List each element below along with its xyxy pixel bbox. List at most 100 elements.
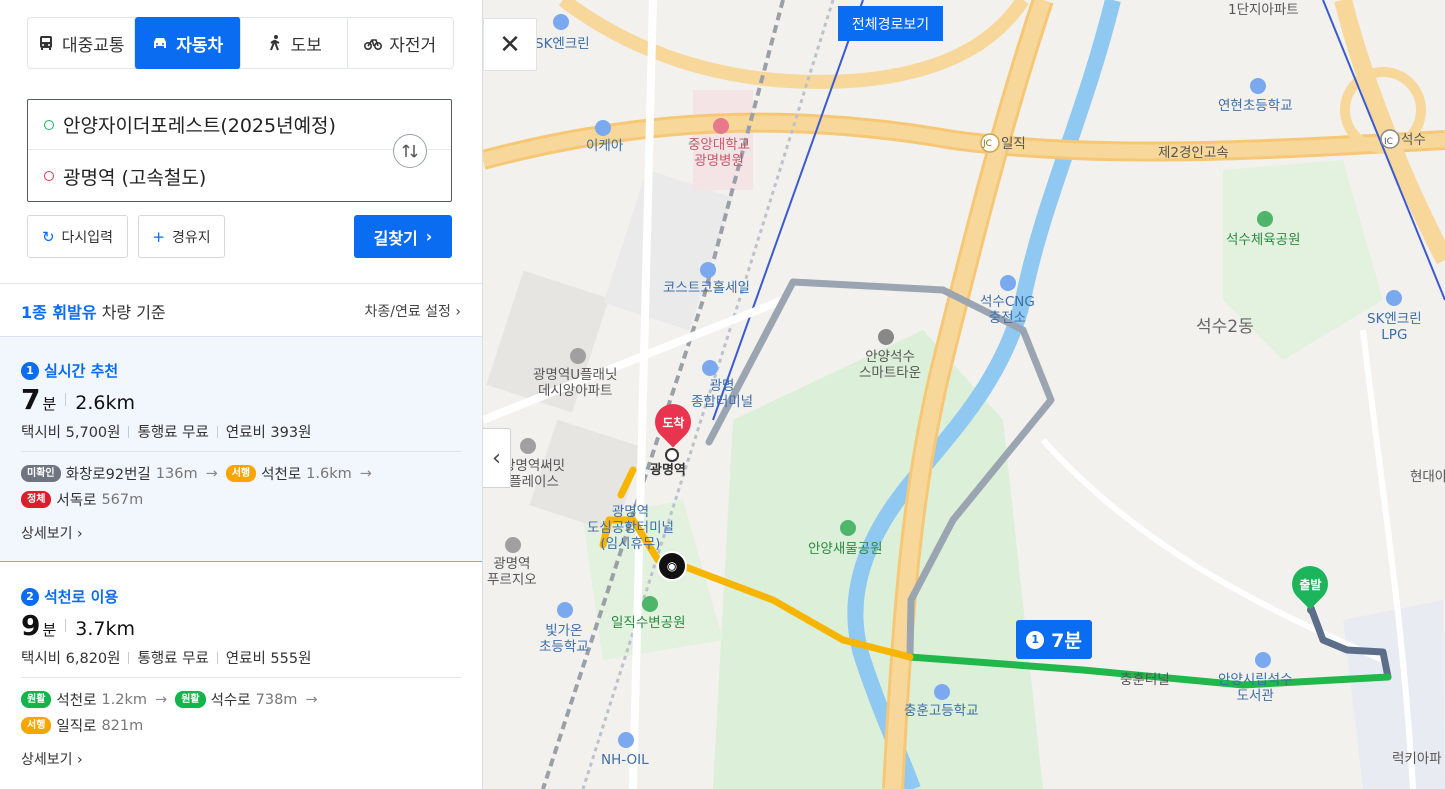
directions-panel: 대중교통 자동차 도보 자전거 안양자이더포레스트(2025년예정) 광명역 (…: [0, 0, 483, 789]
traffic-tag: 원활: [175, 691, 206, 708]
map-label-airport: 광명역 도심공항터미널 (임시휴무): [587, 504, 674, 552]
tab-bike[interactable]: 자전거: [348, 18, 454, 68]
road-name: 석천로: [261, 467, 302, 483]
chevron-right-icon: ›: [76, 752, 83, 768]
walk-icon: [269, 35, 280, 51]
taxi-fare: 택시비 5,700원: [21, 425, 121, 441]
taxi-fare: 택시비 6,820원: [21, 651, 121, 667]
map-label-expressway: 제2경인고속: [1158, 145, 1229, 161]
map-label-uplanet: 광명역U플래닛 데시앙아파트: [533, 367, 618, 399]
map-label-hospital: 중앙대학교 광명병원: [688, 137, 751, 169]
road-name: 화창로92번길: [65, 467, 151, 483]
route-costs: 택시비 5,700원 통행료 무료 연료비 393원: [21, 421, 311, 442]
route-title-text: 석천로 이용: [44, 588, 119, 606]
road-length: 821m: [101, 717, 144, 734]
road-segments-line-1: 원활 석천로 1.2km → 원활 석수로 738m →: [21, 689, 321, 710]
route-option-1[interactable]: 1 실시간 추천 7 분 2.6km 택시비 5,700원 통행료 무료 연료비…: [0, 336, 482, 562]
cctv-icon[interactable]: ◉: [657, 551, 687, 581]
details-link-label: 상세보기: [21, 526, 73, 542]
map-label-sk-lpg: SK엔크린 LPG: [1367, 311, 1422, 343]
tab-car-label: 자동차: [176, 35, 224, 56]
map-label-sk: SK엔크린: [535, 36, 590, 52]
map-label-bitgaon: 빛가온 초등학교: [539, 623, 589, 655]
arrow-right-icon: →: [359, 465, 372, 482]
vehicle-basis: 1종 휘발유 차량 기준: [21, 299, 166, 323]
add-waypoint-button[interactable]: + 경유지: [138, 215, 225, 258]
map-label-ikea: 이케아: [586, 138, 624, 154]
route-option-title: 1 실시간 추천: [21, 360, 118, 381]
bus-icon: [39, 36, 52, 50]
add-waypoint-label: 경유지: [171, 229, 211, 246]
tab-bike-label: 자전거: [389, 35, 437, 56]
vehicle-settings-link[interactable]: 차종/연료 설정 ›: [364, 301, 461, 321]
route-minutes-unit: 분: [42, 621, 57, 639]
chevron-right-icon: ›: [76, 526, 83, 542]
route-option-2[interactable]: 2 석천로 이용 9 분 3.7km 택시비 6,820원 통행료 무료 연료비…: [0, 563, 482, 789]
map-label-tunnel: 충훈터널: [1120, 672, 1170, 688]
arrow-right-icon: →: [205, 465, 218, 482]
map-label-summit: 광명역써밋 플레이스: [503, 458, 566, 490]
map-label-costco: 코스트코홀세일: [663, 280, 750, 296]
map-label-seoksu2: 석수2동: [1196, 317, 1254, 337]
map-label-prugio: 광명역 푸르지오: [487, 556, 537, 588]
full-route-button[interactable]: 전체경로보기: [838, 6, 943, 41]
route-number-badge: 1: [21, 361, 39, 380]
separator: [216, 425, 218, 438]
map-label-sport-park: 석수체육공원: [1226, 232, 1301, 248]
car-icon: [154, 38, 167, 48]
find-route-button[interactable]: 길찾기 ›: [354, 215, 452, 258]
collapse-panel-button[interactable]: ‹: [483, 428, 511, 488]
map-label-cng: 석수CNG 충전소: [980, 294, 1035, 326]
road-segments-line-1: 미확인 화창로92번길 136m → 서행 석천로 1.6km →: [21, 463, 375, 484]
reset-button[interactable]: ↻ 다시입력: [27, 215, 128, 258]
road-length: 567m: [101, 491, 144, 508]
route-costs: 택시비 6,820원 통행료 무료 연료비 555원: [21, 647, 311, 668]
traffic-tag: 서행: [21, 717, 52, 734]
vehicle-basis-row: 1종 휘발유 차량 기준 차종/연료 설정 ›: [21, 299, 461, 323]
find-route-label: 길찾기: [373, 228, 418, 248]
tab-walk-label: 도보: [290, 35, 322, 56]
vehicle-type: 1종 휘발유: [21, 303, 97, 322]
bike-icon: [364, 39, 383, 50]
tab-car[interactable]: 자동차: [134, 17, 241, 69]
separator: [128, 425, 130, 438]
details-link[interactable]: 상세보기 ›: [21, 523, 83, 543]
map-label-yeonhyeon: 연현초등학교: [1218, 98, 1293, 114]
road-segments-line-2: 정체 서독로 567m: [21, 489, 143, 510]
close-panel-button[interactable]: ✕: [483, 18, 537, 71]
chevron-left-icon: ‹: [492, 445, 501, 471]
route-distance: 2.6km: [75, 392, 136, 414]
road-length: 1.2km: [101, 691, 148, 708]
map-label-station: 광명역: [650, 463, 686, 478]
route-time-bubble[interactable]: 1 7분: [1016, 620, 1092, 659]
transport-mode-tabs: 대중교통 자동차 도보 자전거: [27, 17, 454, 69]
tab-walk[interactable]: 도보: [241, 18, 348, 68]
goal-dot-icon: [44, 171, 54, 181]
route-minutes-unit: 분: [42, 395, 57, 413]
origin-pin-label: 출발: [1298, 577, 1322, 592]
traffic-tag: 정체: [21, 491, 52, 508]
details-link[interactable]: 상세보기 ›: [21, 749, 83, 769]
goal-field-value: 광명역 (고속철도): [63, 166, 207, 189]
map-label-chunghoon-school: 충훈고등학교: [904, 703, 979, 719]
divider: [0, 283, 482, 284]
goal-field[interactable]: 광명역 (고속철도): [28, 151, 451, 201]
map-label-jc: 일직: [1001, 136, 1026, 152]
route-time-distance: 7 분 2.6km: [21, 383, 135, 416]
vehicle-settings-label: 차종/연료 설정: [364, 304, 451, 320]
divider: [21, 451, 461, 452]
map-label-terminal: 광명 종합터미널: [691, 378, 754, 410]
map-label-hyundai: 현대아: [1410, 469, 1445, 485]
tab-transit[interactable]: 대중교통: [28, 18, 135, 68]
swap-button[interactable]: [393, 134, 427, 168]
road-name: 서독로: [56, 493, 97, 509]
separator: [216, 651, 218, 664]
plus-icon: +: [152, 227, 165, 246]
toll-fee: 통행료 무료: [137, 425, 209, 441]
fuel-cost: 연료비 555원: [225, 651, 312, 667]
road-name: 석수로: [210, 693, 251, 709]
map-canvas[interactable]: SK엔크린 이케아 중앙대학교 광명병원 코스트코홀세일 광명역U플래닛 데시앙…: [483, 0, 1445, 789]
arrow-right-icon: →: [155, 691, 168, 708]
start-field[interactable]: 안양자이더포레스트(2025년예정): [28, 100, 451, 150]
road-length: 738m: [255, 691, 298, 708]
